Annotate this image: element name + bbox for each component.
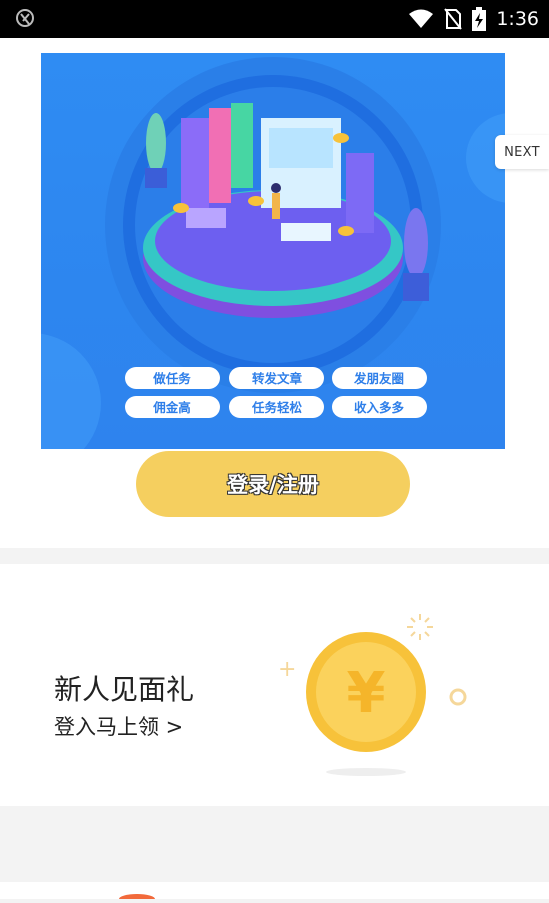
wifi-icon <box>409 9 434 28</box>
new-user-gift-card[interactable]: 新人见面礼 登入马上领 > + ¥ <box>0 564 549 806</box>
status-bar: 1:36 <box>0 0 549 38</box>
svg-text:+: + <box>278 657 296 682</box>
banner-tag: 做任务 <box>152 371 191 386</box>
gift-claim-link[interactable]: 登入马上领 > <box>54 711 183 741</box>
promo-banner[interactable]: 做任务 转发文章 发朋友圈 佣金高 任务轻松 收入多多 <box>41 53 505 449</box>
gift-title: 新人见面礼 <box>54 673 195 706</box>
banner-tag: 发朋友圈 <box>353 371 404 386</box>
partial-icon-edge <box>119 894 155 903</box>
next-banner-button[interactable]: NEXT <box>495 135 549 169</box>
top-card: 做任务 转发文章 发朋友圈 佣金高 任务轻松 收入多多 NEXT 登录/注册 <box>0 38 549 548</box>
banner-tag: 收入多多 <box>354 400 405 415</box>
next-section-edge <box>0 882 549 903</box>
banner-tag: 任务轻松 <box>251 400 303 415</box>
status-time: 1:36 <box>496 8 539 30</box>
no-sim-icon <box>444 8 463 30</box>
battery-charging-icon <box>472 7 487 31</box>
coin-symbol: ¥ <box>347 661 386 726</box>
status-icons: 1:36 <box>408 6 539 32</box>
banner-illustration: 做任务 转发文章 发朋友圈 佣金高 任务轻松 收入多多 <box>41 57 505 449</box>
banner-tag: 佣金高 <box>152 400 191 415</box>
coin-icon: + ¥ <box>278 614 467 776</box>
notification-app-icon <box>16 9 34 27</box>
login-register-button[interactable]: 登录/注册 <box>136 451 410 517</box>
banner-tag: 转发文章 <box>252 371 303 386</box>
